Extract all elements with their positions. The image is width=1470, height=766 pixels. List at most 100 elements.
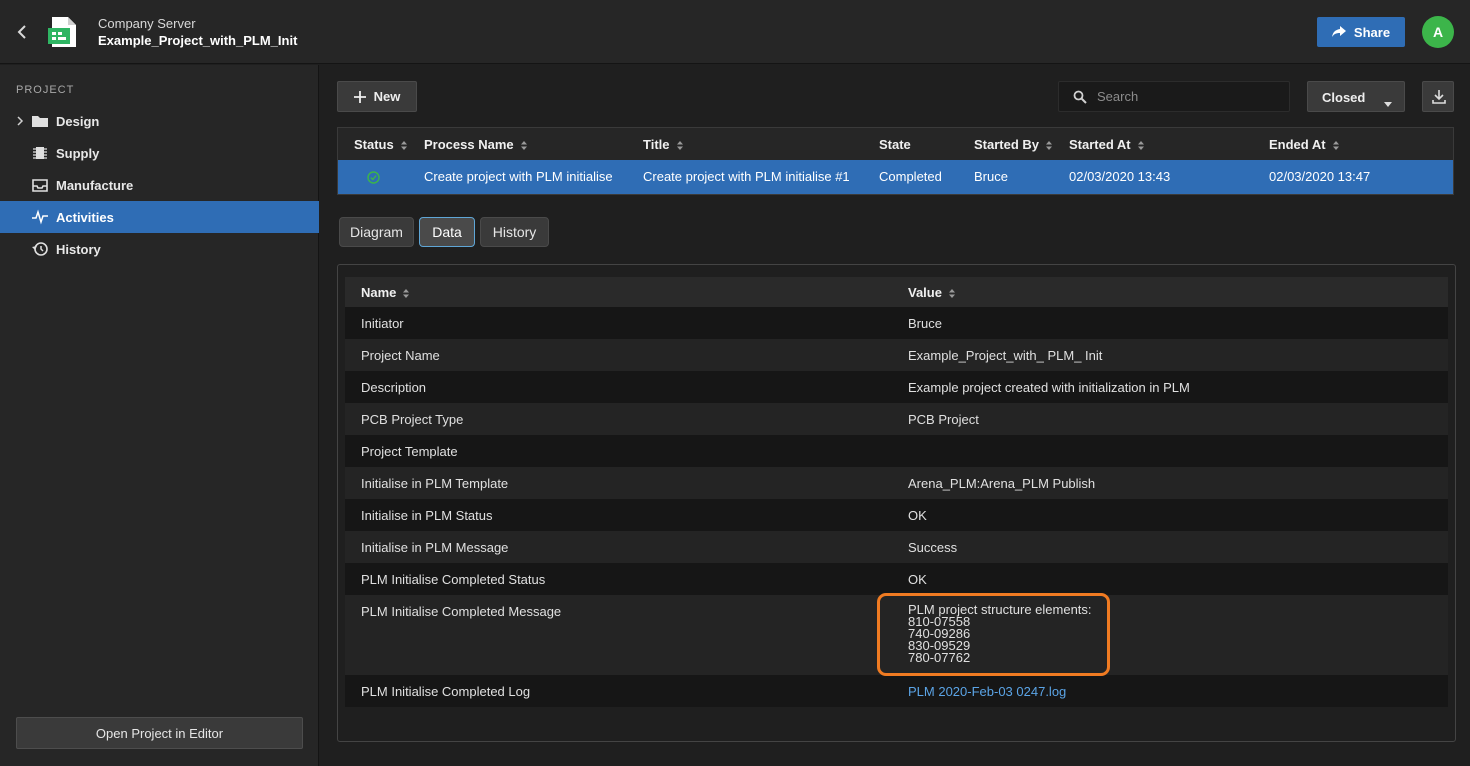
column-header-process-name[interactable]: Process Name [424, 137, 527, 152]
table-row: Project Template [345, 435, 1448, 467]
table-row: Description Example project created with… [345, 371, 1448, 403]
tray-icon [31, 177, 49, 193]
column-header-title[interactable]: Title [643, 137, 683, 152]
started-at-cell: 02/03/2020 13:43 [1069, 169, 1171, 184]
title-cell: Create project with PLM initialise #1 [643, 169, 850, 184]
sidebar-heading: PROJECT [16, 84, 75, 96]
table-row: PCB Project Type PCB Project [345, 403, 1448, 435]
column-header-started-by[interactable]: Started By [974, 137, 1053, 152]
row-name: Initialise in PLM Status [361, 508, 493, 523]
download-button[interactable] [1422, 81, 1454, 112]
row-name: Description [361, 380, 427, 395]
row-value: PCB Project [908, 412, 979, 427]
search-box[interactable] [1058, 81, 1290, 112]
status-filter-dropdown[interactable]: Closed [1307, 81, 1405, 112]
sidebar-item-label: Supply [56, 146, 100, 161]
process-table: Status Process Name Title State Started … [337, 127, 1454, 195]
tab-diagram[interactable]: Diagram [339, 217, 414, 247]
started-by-cell: Bruce [974, 169, 1008, 184]
table-row: Initialise in PLM Template Arena_PLM:Are… [345, 467, 1448, 499]
check-circle-icon [367, 171, 380, 184]
status-filter-value: Closed [1322, 90, 1366, 105]
caret-down-icon [1384, 95, 1392, 107]
process-table-header: Status Process Name Title State Started … [338, 128, 1453, 160]
folder-icon [31, 113, 49, 129]
search-icon [1073, 90, 1087, 104]
table-row: Initiator Bruce [345, 307, 1448, 339]
sort-icon [1046, 141, 1053, 151]
search-input[interactable] [1097, 82, 1287, 111]
column-header-status[interactable]: Status [354, 137, 407, 152]
sidebar-item-label: History [56, 242, 101, 257]
share-button[interactable]: Share [1317, 17, 1405, 47]
sidebar: PROJECT Design Supply Manufacture Activi… [0, 65, 319, 766]
row-value: Example project created with initializat… [908, 380, 1190, 395]
column-header-started-at[interactable]: Started At [1069, 137, 1144, 152]
pcb-project-icon [46, 15, 80, 49]
ended-at-cell: 02/03/2020 13:47 [1269, 169, 1371, 184]
row-value: OK [908, 508, 927, 523]
sort-icon [403, 289, 410, 299]
row-value: Bruce [908, 316, 942, 331]
sidebar-item-design[interactable]: Design [0, 105, 319, 137]
sort-icon [676, 141, 683, 151]
avatar[interactable]: A [1422, 16, 1454, 48]
sort-icon [1332, 141, 1339, 151]
state-cell: Completed [879, 169, 942, 184]
sort-icon [520, 141, 527, 151]
row-name: Project Name [361, 348, 440, 363]
sort-icon [400, 141, 407, 151]
project-name: Example_Project_with_PLM_Init [98, 33, 298, 48]
back-arrow-icon[interactable] [14, 22, 32, 42]
column-header-ended-at[interactable]: Ended At [1269, 137, 1339, 152]
highlight-outline [877, 593, 1110, 676]
row-name: Project Template [361, 444, 458, 459]
sidebar-item-history[interactable]: History [0, 233, 319, 265]
column-header-name[interactable]: Name [361, 285, 410, 300]
row-value: Success [908, 540, 958, 555]
table-row[interactable]: Create project with PLM initialise Creat… [338, 160, 1453, 194]
row-name: PLM Initialise Completed Log [361, 684, 531, 699]
row-value: Arena_PLM:Arena_PLM Publish [908, 476, 1096, 491]
sidebar-item-supply[interactable]: Supply [0, 137, 319, 169]
share-button-label: Share [1353, 24, 1391, 40]
row-value: Example_Project_with_ PLM_ Init [908, 348, 1103, 363]
plus-icon [353, 90, 366, 103]
server-name: Company Server [98, 16, 196, 31]
sort-icon [1137, 141, 1144, 151]
open-in-editor-button[interactable]: Open Project in Editor [16, 717, 303, 749]
new-button[interactable]: New [337, 81, 417, 112]
row-name: PLM Initialise Completed Message [361, 604, 562, 619]
table-row: Initialise in PLM Status OK [345, 499, 1448, 531]
sidebar-item-label: Activities [56, 210, 114, 225]
process-name-cell: Create project with PLM initialise [424, 169, 613, 184]
sort-icon [948, 289, 955, 299]
sidebar-item-label: Design [56, 114, 100, 129]
tab-history[interactable]: History [480, 217, 549, 247]
row-name: Initiator [361, 316, 404, 331]
table-row: PLM Initialise Completed Status OK [345, 563, 1448, 595]
column-header-value[interactable]: Value [908, 285, 955, 300]
download-icon [1432, 90, 1446, 104]
tab-data[interactable]: Data [419, 217, 475, 247]
column-header-state[interactable]: State [879, 137, 911, 152]
top-bar: Company Server Example_Project_with_PLM_… [0, 0, 1470, 64]
row-name: Initialise in PLM Message [361, 540, 509, 555]
row-name: PCB Project Type [361, 412, 464, 427]
sidebar-item-activities[interactable]: Activities [0, 201, 319, 233]
data-table-header: Name Value [345, 277, 1448, 307]
row-value: OK [908, 572, 927, 587]
sidebar-item-manufacture[interactable]: Manufacture [0, 169, 319, 201]
chevron-right-icon[interactable] [15, 115, 25, 127]
table-row: Project Name Example_Project_with_ PLM_ … [345, 339, 1448, 371]
chip-icon [31, 145, 49, 161]
history-icon [31, 241, 49, 257]
table-row: Initialise in PLM Message Success [345, 531, 1448, 563]
log-file-link[interactable]: PLM 2020-Feb-03 0247.log [908, 684, 1066, 699]
share-arrow-icon [1331, 26, 1346, 37]
sidebar-item-label: Manufacture [56, 178, 134, 193]
activity-icon [31, 209, 49, 225]
table-row: PLM Initialise Completed Log PLM 2020-Fe… [345, 675, 1448, 707]
new-button-label: New [373, 89, 401, 104]
row-name: PLM Initialise Completed Status [361, 572, 546, 587]
